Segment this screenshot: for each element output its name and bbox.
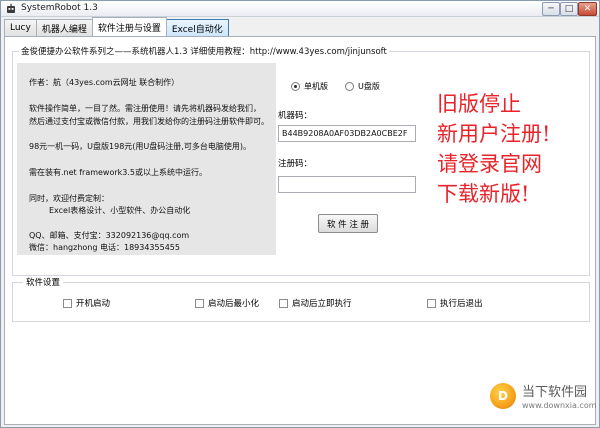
watermark-text: 当下软件园 www.downxia.com [522, 381, 597, 410]
close-icon: ✕ [583, 4, 592, 14]
title-bar: SystemRobot 1.3 ─ □ ✕ [1, 1, 599, 17]
register-button[interactable]: 软 件 注 册 [318, 214, 378, 233]
checkbox-auto-start[interactable]: 开机启动 [63, 297, 110, 309]
radio-single-label: 单机版 [304, 82, 328, 91]
checkbox-exit-label: 执行后退出 [440, 299, 483, 309]
window-title: SystemRobot 1.3 [21, 3, 98, 13]
notice-line-3: 请登录官网 [437, 152, 542, 176]
machine-code-label: 机器码： [278, 111, 313, 121]
settings-group: 软件设置 开机启动 启动后最小化 启动后立即执行 执行后退出 [12, 276, 590, 322]
info-box: 作者：航（43yes.com云网址 联合制作） 软件操作简单，一目了然。需注册使… [17, 63, 276, 255]
watermark-url: www.downxia.com [522, 401, 597, 410]
machine-code-field[interactable] [278, 125, 416, 142]
maximize-icon: □ [564, 4, 574, 14]
tab-registration-settings[interactable]: 软件注册与设置 [91, 17, 167, 36]
notice-line-2: 新用户注册! [437, 122, 551, 146]
checkbox-auto-start-label: 开机启动 [76, 299, 111, 309]
radio-usb-label: U盘版 [358, 82, 380, 91]
checkbox-icon [195, 298, 204, 308]
robot-app-icon [7, 3, 15, 13]
requirement-text: 需在装有.net framework3.5或以上系统中运行。 [29, 168, 208, 177]
checkbox-run-label: 启动后立即执行 [292, 299, 352, 309]
custom-text-1: 同时，欢迎付费定制： [29, 194, 109, 203]
tab-strip: Lucy 机器人编程 软件注册与设置 Excel自动化 [4, 17, 229, 36]
notice-line-4: 下载新版! [437, 182, 530, 206]
radio-unselected-icon [345, 82, 354, 91]
tab-lucy[interactable]: Lucy [4, 19, 37, 36]
notice-line-1: 旧版停止 [437, 92, 521, 116]
checkbox-icon [63, 298, 72, 308]
checkbox-exit-after-run[interactable]: 执行后退出 [427, 297, 483, 309]
close-button[interactable]: ✕ [578, 2, 597, 16]
usage-text-2: 然后通过支付宝或微信付款，用我们发给你的注册码注册软件即可。 [29, 117, 269, 126]
watermark: D 当下软件园 www.downxia.com [490, 381, 597, 410]
downxia-logo-icon: D [490, 382, 516, 409]
maximize-button[interactable]: □ [560, 2, 578, 16]
reg-code-field[interactable] [278, 176, 416, 193]
wechat-text: 微信：hangzhong 电话：18934355455 [29, 243, 180, 252]
minimize-icon: ─ [548, 4, 554, 14]
minimize-button[interactable]: ─ [542, 2, 560, 16]
checkbox-minimize-on-start[interactable]: 启动后最小化 [195, 297, 259, 309]
radio-single-edition[interactable]: 单机版 [291, 81, 328, 92]
notice-text: 旧版停止 新用户注册! 请登录官网 下载新版! [437, 89, 597, 209]
watermark-name: 当下软件园 [522, 385, 588, 400]
header-link-text: 金俊便捷办公软件系列之——系统机器人1.3 详细使用教程：http://www.… [19, 45, 389, 57]
usage-text-1: 软件操作简单，一目了然。需注册使用！请先将机器码发给我们， [29, 104, 261, 113]
price-text: 98元一机一码，U盘版198元(用U盘码注册,可多台电脑使用)。 [29, 142, 251, 151]
tab-panel: 金俊便捷办公软件系列之——系统机器人1.3 详细使用教程：http://www.… [4, 36, 596, 425]
reg-code-label: 注册码： [278, 159, 313, 169]
tab-excel-automation[interactable]: Excel自动化 [165, 19, 229, 36]
settings-title: 软件设置 [23, 276, 64, 288]
radio-usb-edition[interactable]: U盘版 [345, 81, 380, 92]
tab-robot-programming[interactable]: 机器人编程 [35, 19, 93, 36]
checkbox-icon [279, 298, 288, 308]
radio-selected-icon [291, 82, 300, 91]
custom-text-2: Excel表格设计、小型软件、办公自动化 [49, 206, 191, 215]
checkbox-icon [427, 298, 436, 308]
contact-text: QQ、邮箱、支付宝：332092136@qq.com [29, 231, 190, 240]
app-window: SystemRobot 1.3 ─ □ ✕ Lucy 机器人编程 软件注册与设置… [0, 0, 600, 428]
author-text: 作者：航（43yes.com云网址 联合制作） [29, 78, 180, 87]
checkbox-run-on-start[interactable]: 启动后立即执行 [279, 297, 352, 309]
checkbox-minimize-label: 启动后最小化 [208, 299, 260, 309]
